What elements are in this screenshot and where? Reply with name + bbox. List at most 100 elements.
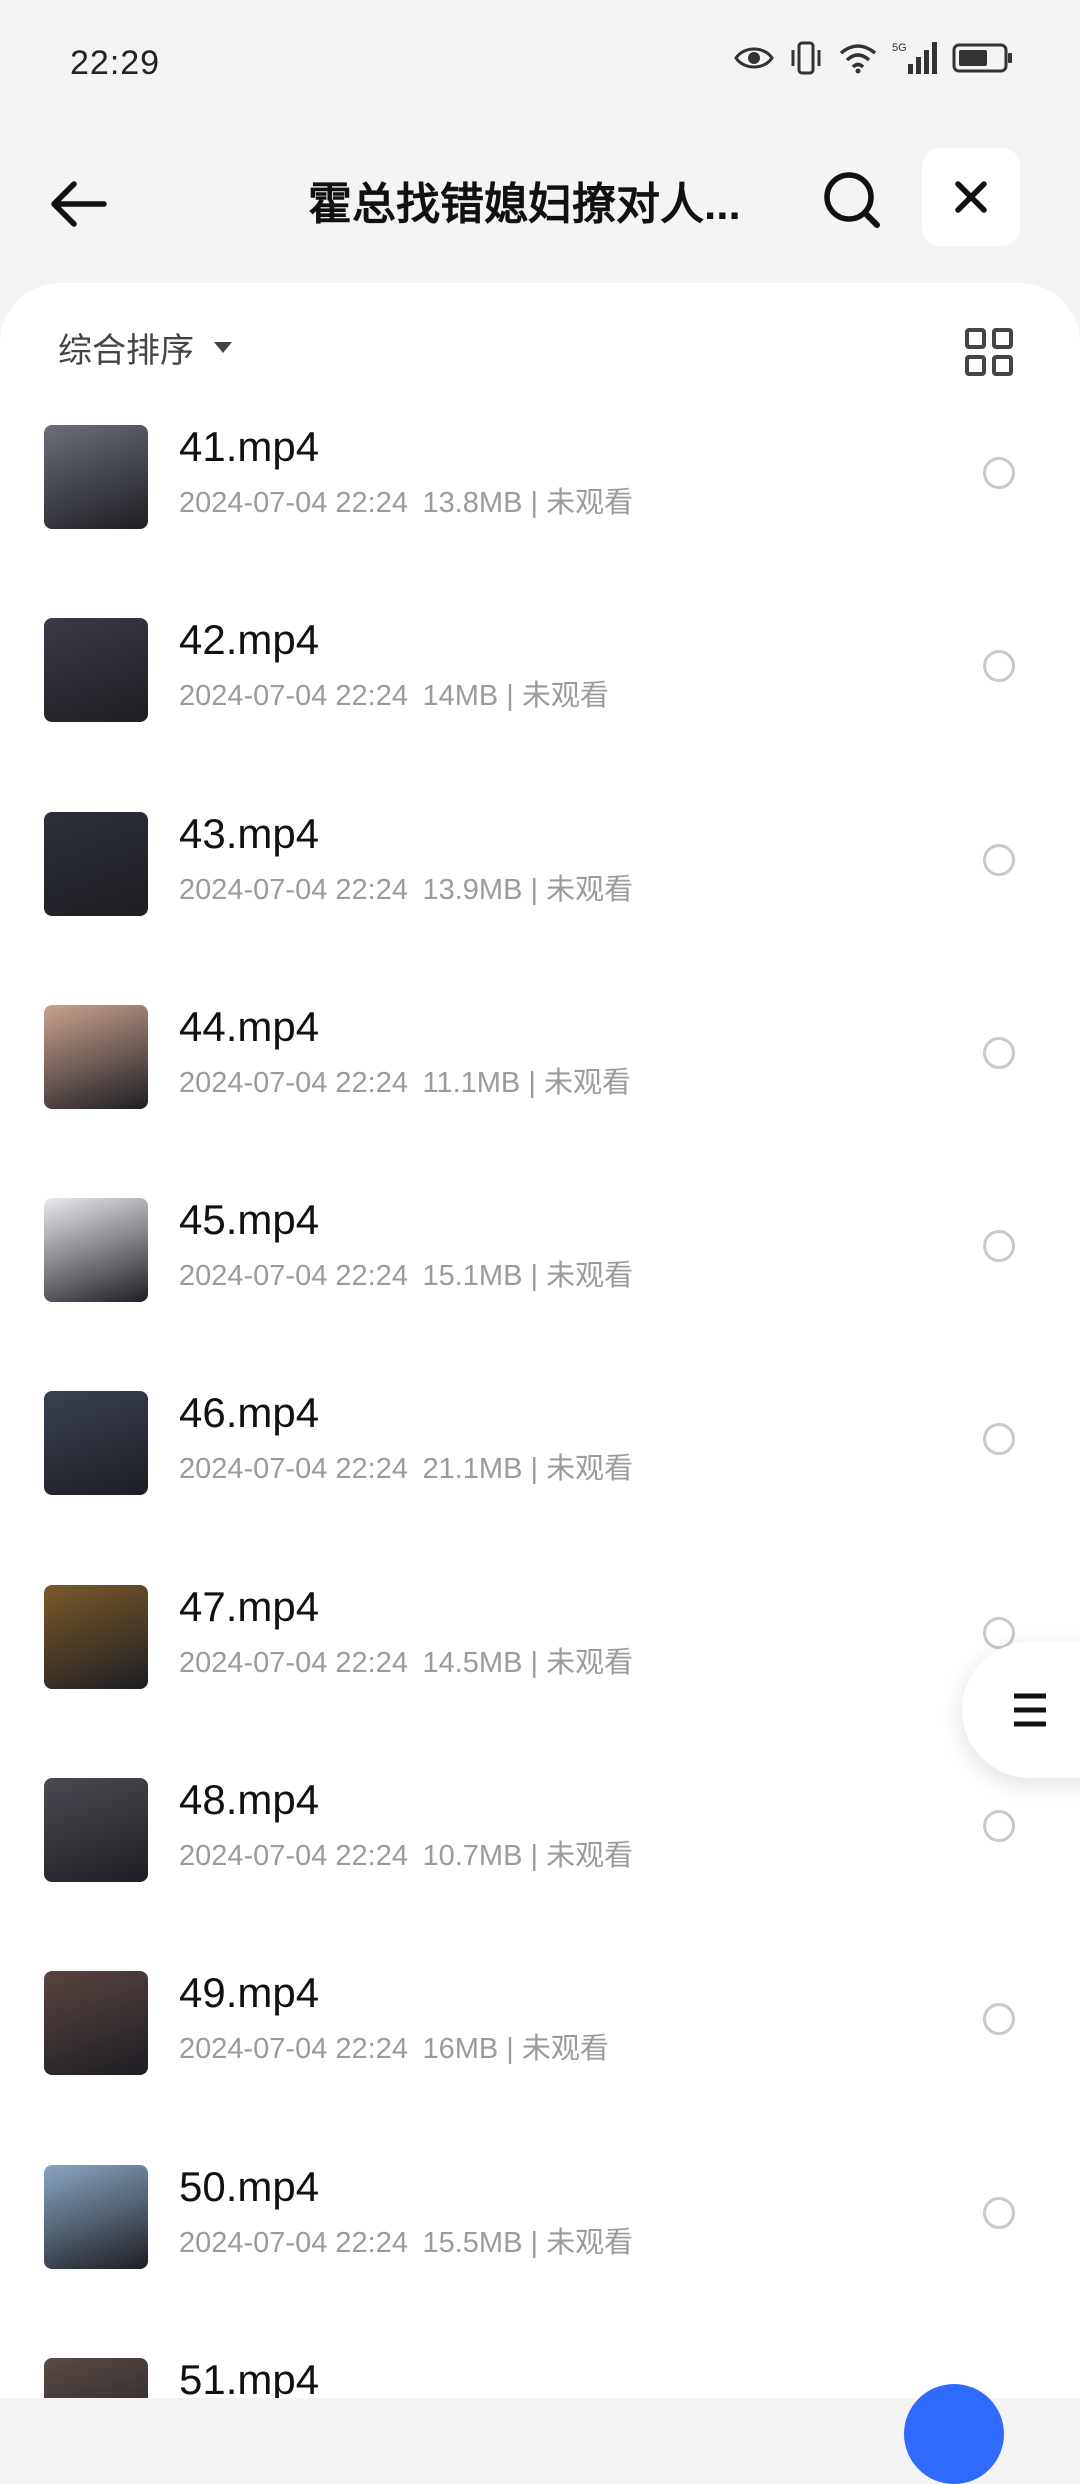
file-meta: 2024-07-04 22:24 10.7MB | 未观看	[179, 1836, 633, 1876]
select-radio[interactable]	[983, 2003, 1015, 2036]
file-size: 16MB	[422, 2033, 499, 2066]
select-radio[interactable]	[983, 1036, 1015, 1069]
file-meta: 2024-07-04 22:24 21.1MB | 未观看	[179, 1449, 633, 1489]
file-size: 15.5MB	[422, 2226, 523, 2259]
meta-separator: |	[522, 1260, 547, 1293]
file-date: 2024-07-04 22:24	[179, 680, 408, 713]
floating-action-button[interactable]	[904, 2384, 1004, 2484]
select-radio[interactable]	[983, 2196, 1015, 2229]
file-meta: 2024-07-04 22:24 13.9MB | 未观看	[179, 870, 633, 910]
select-radio[interactable]	[983, 1423, 1015, 1456]
file-list: 41.mp4 2024-07-04 22:24 13.8MB | 未观看 42.mp…	[0, 421, 1080, 2398]
video-thumbnail	[44, 1971, 148, 2076]
menu-icon	[1014, 1693, 1046, 1727]
watch-status: 未观看	[546, 487, 634, 519]
file-date: 2024-07-04 22:24	[179, 1646, 408, 1679]
file-list-item[interactable]: 49.mp4 2024-07-04 22:24 16MB | 未观看	[0, 1967, 1080, 2160]
header: 霍总找错媳妇撩对人...	[0, 130, 1080, 280]
file-date: 2024-07-04 22:24	[179, 873, 408, 906]
file-list-item[interactable]: 50.mp4 2024-07-04 22:24 15.5MB | 未观看	[0, 2161, 1080, 2354]
arrow-left-icon	[51, 181, 107, 227]
meta-separator: |	[522, 1646, 547, 1679]
battery-icon	[952, 43, 1012, 73]
file-date: 2024-07-04 22:24	[179, 1066, 408, 1099]
file-list-item[interactable]: 42.mp4 2024-07-04 22:24 14MB | 未观看	[0, 614, 1080, 807]
page-title: 霍总找错媳妇撩对人...	[308, 180, 741, 229]
file-meta: 2024-07-04 22:24 11.1MB | 未观看	[179, 1063, 631, 1103]
video-thumbnail	[44, 2164, 148, 2269]
select-radio[interactable]	[983, 843, 1015, 876]
watch-status: 未观看	[546, 873, 634, 906]
video-thumbnail	[44, 1778, 148, 1883]
select-radio[interactable]	[983, 1230, 1015, 1263]
file-name: 47.mp4	[179, 1582, 320, 1630]
select-radio[interactable]	[983, 1810, 1015, 1843]
meta-separator: |	[498, 2033, 522, 2066]
file-size: 13.8MB	[422, 487, 523, 519]
file-date: 2024-07-04 22:24	[179, 1840, 408, 1873]
file-size: 14MB	[422, 680, 499, 713]
wifi-icon	[839, 44, 877, 74]
file-meta: 2024-07-04 22:24 13.8MB | 未观看	[179, 483, 633, 523]
video-thumbnail	[44, 1391, 148, 1496]
meta-separator: |	[522, 873, 547, 906]
caret-down-icon	[214, 342, 232, 353]
file-date: 2024-07-04 22:24	[179, 2033, 408, 2066]
status-bar: 22:29 5G	[0, 0, 1080, 130]
file-size: 15.1MB	[422, 1260, 523, 1293]
file-list-item[interactable]: 51.mp4	[0, 2354, 1080, 2398]
file-date: 2024-07-04 22:24	[179, 487, 408, 519]
watch-status: 未观看	[543, 1066, 631, 1099]
file-name: 46.mp4	[179, 1389, 320, 1437]
sort-dropdown[interactable]: 综合排序	[58, 323, 232, 372]
file-name: 48.mp4	[179, 1776, 320, 1824]
file-list-item[interactable]: 46.mp4 2024-07-04 22:24 21.1MB | 未观看	[0, 1387, 1080, 1580]
search-icon	[824, 172, 880, 228]
sort-bar: 综合排序	[0, 283, 1080, 403]
file-size: 13.9MB	[422, 873, 523, 906]
eye-icon	[734, 47, 774, 69]
file-name: 43.mp4	[179, 809, 320, 857]
file-list-item[interactable]: 47.mp4 2024-07-04 22:24 14.5MB | 未观看	[0, 1581, 1080, 1774]
video-thumbnail	[44, 425, 148, 529]
grid-view-button[interactable]	[964, 327, 1014, 377]
file-list-item[interactable]: 45.mp4 2024-07-04 22:24 15.1MB | 未观看	[0, 1194, 1080, 1387]
grid-view-icon	[965, 328, 1013, 376]
file-name: 45.mp4	[179, 1196, 320, 1244]
file-list-item[interactable]: 43.mp4 2024-07-04 22:24 13.9MB | 未观看	[0, 808, 1080, 1001]
watch-status: 未观看	[521, 680, 609, 713]
watch-status: 未观看	[546, 1840, 634, 1873]
file-list-item[interactable]: 48.mp4 2024-07-04 22:24 10.7MB | 未观看	[0, 1774, 1080, 1967]
file-list-item[interactable]: 44.mp4 2024-07-04 22:24 11.1MB | 未观看	[0, 1001, 1080, 1194]
file-name: 44.mp4	[179, 1002, 320, 1050]
meta-separator: |	[498, 680, 522, 713]
back-button[interactable]	[40, 166, 116, 242]
search-button[interactable]	[812, 160, 892, 240]
vibrate-icon	[791, 41, 821, 75]
watch-status: 未观看	[546, 2226, 634, 2259]
watch-status: 未观看	[546, 1453, 634, 1486]
video-thumbnail	[44, 1584, 148, 1689]
file-meta: 2024-07-04 22:24 15.5MB | 未观看	[179, 2223, 633, 2263]
svg-text:5G: 5G	[892, 42, 907, 54]
sort-label: 综合排序	[58, 332, 194, 370]
file-meta: 2024-07-04 22:24 16MB | 未观看	[179, 2029, 609, 2069]
file-size: 11.1MB	[422, 1066, 521, 1099]
select-radio[interactable]	[983, 650, 1015, 683]
file-list-item[interactable]: 41.mp4 2024-07-04 22:24 13.8MB | 未观看	[0, 421, 1080, 614]
file-date: 2024-07-04 22:24	[179, 2226, 408, 2259]
file-meta: 2024-07-04 22:24 15.1MB | 未观看	[179, 1256, 633, 1296]
meta-separator: |	[522, 2226, 547, 2259]
file-size: 14.5MB	[422, 1646, 523, 1679]
cellular-signal-icon: 5G	[892, 42, 937, 74]
close-button[interactable]	[922, 148, 1020, 246]
close-icon	[955, 181, 987, 213]
file-list-panel: 综合排序 41.mp4 2024-07-04 22:24 13.8MB | 未观看…	[0, 283, 1080, 2398]
watch-status: 未观看	[546, 1646, 634, 1679]
watch-status: 未观看	[546, 1260, 634, 1293]
video-thumbnail	[44, 811, 148, 916]
select-radio[interactable]	[983, 457, 1015, 489]
file-date: 2024-07-04 22:24	[179, 1453, 408, 1486]
file-date: 2024-07-04 22:24	[179, 1260, 408, 1293]
meta-separator: |	[522, 487, 547, 519]
